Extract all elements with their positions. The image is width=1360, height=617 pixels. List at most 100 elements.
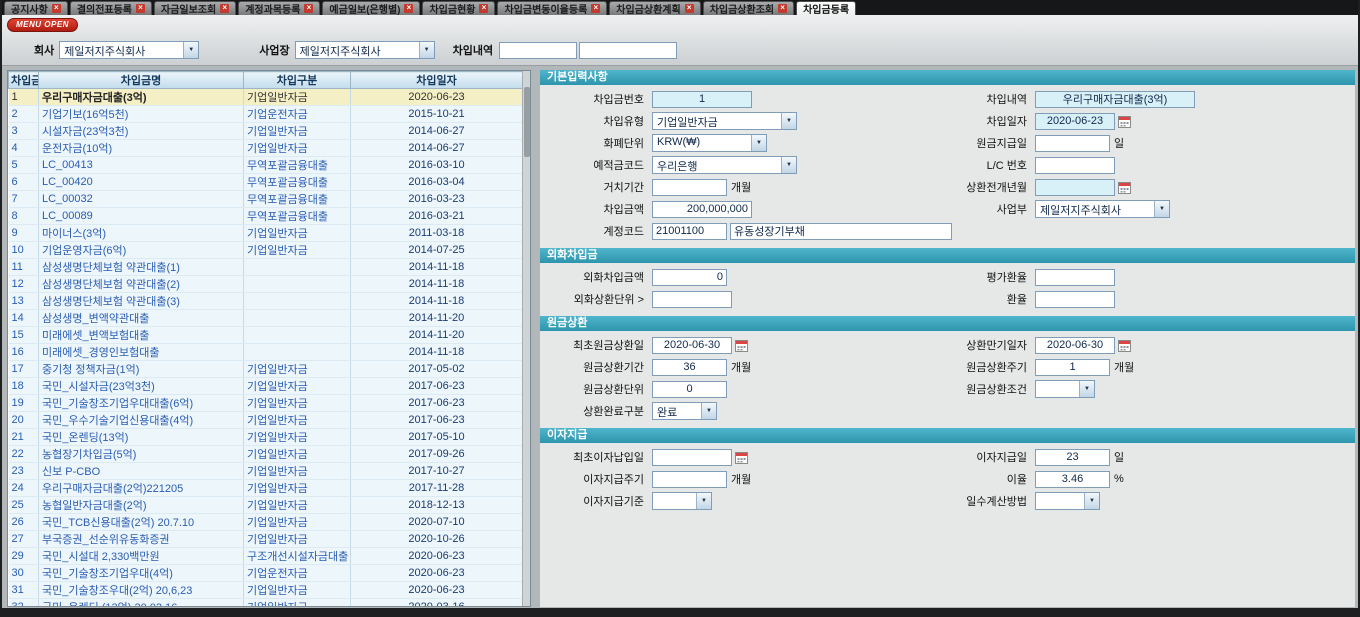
repay-cycle-input[interactable]	[1035, 359, 1110, 376]
tab-item[interactable]: 자금일보조회×	[154, 1, 236, 15]
table-scrollbar[interactable]	[522, 71, 530, 606]
table-row[interactable]: 11삼성생명단체보험 약관대출(1)2014-11-18	[9, 259, 523, 276]
col-header-loan-type: 차입구분	[244, 72, 351, 89]
table-row[interactable]: 10기업운영자금(6억)기업일반자금2014-07-25	[9, 242, 523, 259]
table-row[interactable]: 26국민_TCB신용대출(2억) 20.7.10기업일반자금2020-07-10	[9, 514, 523, 531]
loan-amount-input[interactable]	[652, 201, 752, 218]
exchange-rate-input[interactable]	[1035, 291, 1115, 308]
tab-label: 예금일보(은행별)	[329, 1, 400, 16]
tab-item[interactable]: 차입금현황×	[422, 1, 495, 15]
interest-rate-input[interactable]	[1035, 471, 1110, 488]
tab-item[interactable]: 차입금변동이율등록×	[497, 1, 607, 15]
table-row[interactable]: 30국민_기술창조기업우대(4억)기업운전자금2020-06-23	[9, 565, 523, 582]
loan-type-cell: 기업일반자금	[244, 429, 351, 446]
loan-number-input[interactable]	[652, 91, 752, 108]
company-select[interactable]: 제일저지주식회사	[59, 41, 199, 59]
account-name-input[interactable]	[730, 223, 952, 240]
table-row[interactable]: 29국민_시설대 2,330백만원구조개선시설자금대출2020-06-23	[9, 548, 523, 565]
currency-select[interactable]: KRW(₩)	[652, 134, 767, 152]
first-repay-date-input[interactable]	[652, 337, 732, 354]
scrollbar-thumb[interactable]	[524, 87, 530, 157]
table-row[interactable]: 16미래에셋_경영인보험대출2014-11-18	[9, 344, 523, 361]
grace-period-input[interactable]	[652, 179, 727, 196]
table-row[interactable]: 20국민_우수기술기업신용대출(4억)기업일반자금2017-06-23	[9, 412, 523, 429]
calendar-icon[interactable]	[1118, 115, 1131, 128]
tab-item[interactable]: 차입금상환조회×	[703, 1, 794, 15]
lc-number-input[interactable]	[1035, 157, 1115, 174]
repay-period-input[interactable]	[652, 359, 727, 376]
table-row[interactable]: 14삼성생명_변액약관대출2014-11-20	[9, 310, 523, 327]
table-row[interactable]: 15미래에셋_변액보험대출2014-11-20	[9, 327, 523, 344]
interest-cycle-input[interactable]	[652, 471, 727, 488]
tab-item[interactable]: 결의전표등록×	[70, 1, 152, 15]
fx-amount-input[interactable]	[652, 269, 727, 286]
repay-unit-input[interactable]	[652, 381, 727, 398]
table-row[interactable]: 32국민_온렌딩 (13억) 20,03,16기업일반자금2020-03-16	[9, 599, 523, 608]
tab-close-icon[interactable]: ×	[52, 4, 61, 13]
table-row[interactable]: 3시설자금(23억3천)기업일반자금2014-06-27	[9, 123, 523, 140]
eval-rate-input[interactable]	[1035, 269, 1115, 286]
tab-close-icon[interactable]: ×	[304, 4, 313, 13]
pre-repay-ym-input[interactable]	[1035, 179, 1115, 196]
table-row[interactable]: 7LC_00032무역포괄금융대출2016-03-23	[9, 191, 523, 208]
loan-type-select[interactable]: 기업일반자금	[652, 112, 797, 130]
calendar-icon[interactable]	[1118, 181, 1131, 194]
table-row[interactable]: 4운전자금(10억)기업일반자금2014-06-27	[9, 140, 523, 157]
table-row[interactable]: 8LC_00089무역포괄금융대출2016-03-21	[9, 208, 523, 225]
table-row[interactable]: 19국민_기술창조기업우대대출(6억)기업일반자금2017-06-23	[9, 395, 523, 412]
loan-detail-search-input[interactable]	[499, 42, 577, 59]
tab-close-icon[interactable]: ×	[778, 4, 787, 13]
tab-close-icon[interactable]: ×	[136, 4, 145, 13]
tab-item[interactable]: 차입금상환계획×	[609, 1, 700, 15]
tab-close-icon[interactable]: ×	[220, 4, 229, 13]
fx-repay-unit-input[interactable]	[652, 291, 732, 308]
table-row[interactable]: 21국민_온렌딩(13억)기업일반자금2017-05-10	[9, 429, 523, 446]
table-row[interactable]: 17중기청 정책자금(1억)기업일반자금2017-05-02	[9, 361, 523, 378]
tab-item[interactable]: 공지사항×	[4, 1, 68, 15]
selected-value: 제일저지주식회사	[296, 42, 419, 58]
day-count-method-select[interactable]	[1035, 492, 1100, 510]
loan-name-input[interactable]	[1035, 91, 1195, 108]
maturity-date-input[interactable]	[1035, 337, 1115, 354]
table-row[interactable]: 25농협일반자금대출(2억)기업일반자금2018-12-13	[9, 497, 523, 514]
calendar-icon[interactable]	[735, 339, 748, 352]
complete-status-select[interactable]: 완료	[652, 402, 717, 420]
calendar-icon[interactable]	[735, 451, 748, 464]
table-row[interactable]: 18국민_시설자금(23억3천)기업일반자금2017-06-23	[9, 378, 523, 395]
tab-item[interactable]: 예금일보(은행별) ×	[322, 1, 420, 15]
first-interest-date-input[interactable]	[652, 449, 732, 466]
calendar-icon[interactable]	[1118, 339, 1131, 352]
tab-item[interactable]: 계정과목등록×	[238, 1, 320, 15]
tab-close-icon[interactable]: ×	[404, 4, 413, 13]
division-select[interactable]: 제일저지주식회사	[1035, 200, 1170, 218]
tab-close-icon[interactable]: ×	[685, 4, 694, 13]
repay-condition-select[interactable]	[1035, 380, 1095, 398]
table-row[interactable]: 2기업기보(16억5천)기업운전자금2015-10-21	[9, 106, 523, 123]
table-row[interactable]: 27부국증권_선순위유동화증권기업일반자금2020-10-26	[9, 531, 523, 548]
account-code-input[interactable]	[652, 223, 727, 240]
loan-date-cell: 2016-03-10	[351, 157, 523, 174]
table-row[interactable]: 22농협장기차입금(5억)기업일반자금2017-09-26	[9, 446, 523, 463]
menu-open-button[interactable]: MENU OPEN	[7, 18, 78, 32]
table-row[interactable]: 31국민_기술창조우대(2억) 20,6,23기업일반자금2020-06-23	[9, 582, 523, 599]
principal-pay-day-input[interactable]	[1035, 135, 1110, 152]
first-interest-date-label: 최초이자납입일	[540, 449, 652, 465]
table-row[interactable]: 9마이너스(3억)기업일반자금2011-03-18	[9, 225, 523, 242]
loan-date-input[interactable]	[1035, 113, 1115, 130]
table-row[interactable]: 24우리구매자금대출(2억)221205기업일반자금2017-11-28	[9, 480, 523, 497]
loan-date-cell: 2020-06-23	[351, 89, 523, 106]
table-row[interactable]: 5LC_00413무역포괄금융대출2016-03-10	[9, 157, 523, 174]
table-row[interactable]: 6LC_00420무역포괄금융대출2016-03-04	[9, 174, 523, 191]
deposit-code-select[interactable]: 우리은행	[652, 156, 797, 174]
loan-code-cell: 15	[9, 327, 39, 344]
table-row[interactable]: 23신보 P-CBO기업일반자금2017-10-27	[9, 463, 523, 480]
table-row[interactable]: 1우리구매자금대출(3억)기업일반자금2020-06-23	[9, 89, 523, 106]
tab-item[interactable]: 차입금등록	[796, 1, 856, 15]
interest-basis-select[interactable]	[652, 492, 712, 510]
interest-pay-day-input[interactable]	[1035, 449, 1110, 466]
workplace-select[interactable]: 제일저지주식회사	[295, 41, 435, 59]
tab-close-icon[interactable]: ×	[591, 4, 600, 13]
tab-close-icon[interactable]: ×	[479, 4, 488, 13]
table-row[interactable]: 12삼성생명단체보험 약관대출(2)2014-11-18	[9, 276, 523, 293]
table-row[interactable]: 13삼성생명단체보험 약관대출(3)2014-11-18	[9, 293, 523, 310]
